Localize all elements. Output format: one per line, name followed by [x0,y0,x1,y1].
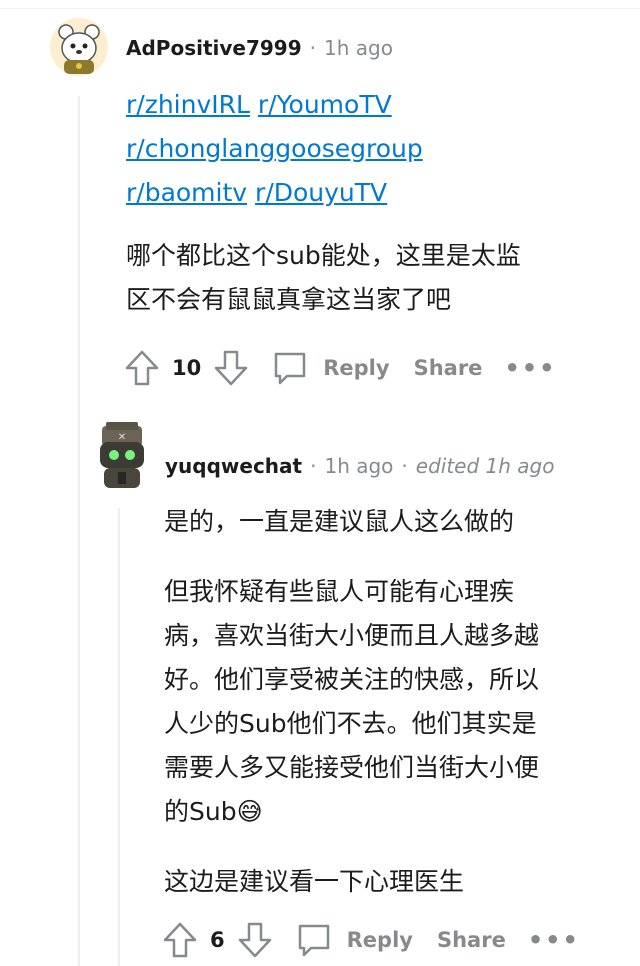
comment-text-line: 病，喜欢当街大小便而且人越多越 [164,621,540,650]
comment-text-line: 但我怀疑有些鼠人可能有心理疾 [164,577,515,606]
meta-separator: · [309,36,316,60]
sweat-smile-emoji-icon: 😅 [236,797,263,826]
comment-text-line: 的Sub [164,797,237,826]
edited-label: edited 1h ago [415,454,555,478]
more-dots-icon[interactable]: ••• [504,354,556,382]
vote-count: 10 [172,356,202,380]
comment-body: r/zhinvIRL r/YoumoTV r/chonglanggoosegro… [126,83,606,322]
avatar-robot-icon: ✕ [100,422,144,488]
subreddit-link-douyutv[interactable]: r/DouyuTV [255,178,387,207]
share-button[interactable]: Share [437,928,506,952]
share-button[interactable]: Share [414,356,483,380]
comment-bubble-icon[interactable] [295,921,333,959]
svg-text:✕: ✕ [118,432,126,443]
reply-button[interactable]: Reply [347,928,413,952]
comment-bubble-icon[interactable] [271,349,309,387]
avatar[interactable] [50,18,108,76]
downvote-icon[interactable] [237,921,273,959]
comment-adpositive: AdPositive7999 · 1h ago r/zhinvIRL r/You… [0,0,640,400]
username[interactable]: yuqqwechat [165,454,302,478]
meta-separator: · [401,454,408,478]
upvote-icon[interactable] [124,349,160,387]
reply-button[interactable]: Reply [323,356,389,380]
subreddit-link-youmotv[interactable]: r/YoumoTV [258,90,392,119]
comment-paragraph: 是的，一直是建议鼠人这么做的 [164,507,515,536]
meta-separator: · [310,454,317,478]
comment-paragraph: 这边是建议看一下心理医生 [164,867,465,896]
downvote-icon[interactable] [213,349,249,387]
username[interactable]: AdPositive7999 [126,36,302,60]
subreddit-link-baomitv[interactable]: r/baomitv [126,178,247,207]
comment-actions: 6 Reply Share ••• [162,918,580,962]
timestamp[interactable]: 1h ago [324,454,393,478]
comment-meta: AdPositive7999 · 1h ago [126,36,393,60]
avatar-bear-icon [50,18,108,76]
comment-text-line: 人少的Sub他们不去。他们其实是 [164,709,537,738]
comment-body: 是的，一直是建议鼠人这么做的 但我怀疑有些鼠人可能有心理疾 病，喜欢当街大小便而… [164,500,604,904]
comment-text-line: 好。他们享受被关注的快感，所以 [164,665,540,694]
comment-text-line: 需要人多又能接受他们当街大小便 [164,753,540,782]
subreddit-link-chonglanggoosegroup[interactable]: r/chonglanggoosegroup [126,134,423,163]
timestamp[interactable]: 1h ago [324,36,393,60]
upvote-icon[interactable] [162,921,198,959]
vote-count: 6 [210,928,225,952]
avatar[interactable]: ✕ [92,420,152,492]
comment-meta: yuqqwechat · 1h ago · edited 1h ago [165,454,554,478]
more-dots-icon[interactable]: ••• [528,926,580,954]
comment-actions: 10 Reply Share ••• [124,346,556,390]
subreddit-link-zhinvirl[interactable]: r/zhinvIRL [126,90,250,119]
comment-text-line: 哪个都比这个sub能处，这里是太监 [126,241,521,270]
comment-yuqqwechat: ✕ yuqqwechat · 1h ago · edited 1h ago 是的… [0,400,640,966]
comment-text-line: 区不会有鼠鼠真拿这当家了吧 [126,285,452,314]
